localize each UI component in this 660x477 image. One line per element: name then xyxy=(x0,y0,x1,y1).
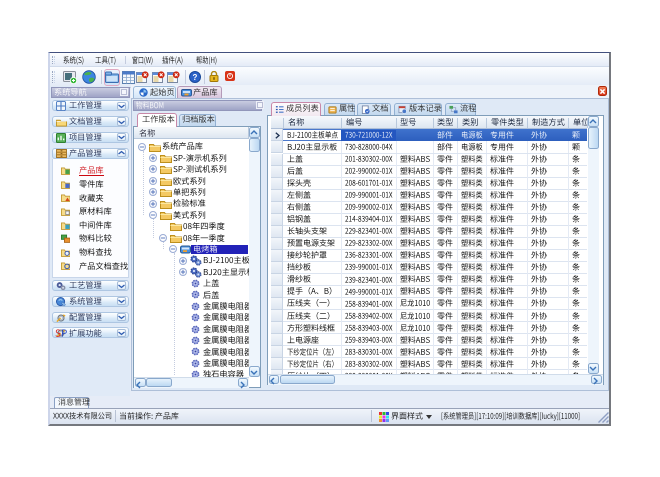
svg-text:?: ? xyxy=(192,73,197,82)
